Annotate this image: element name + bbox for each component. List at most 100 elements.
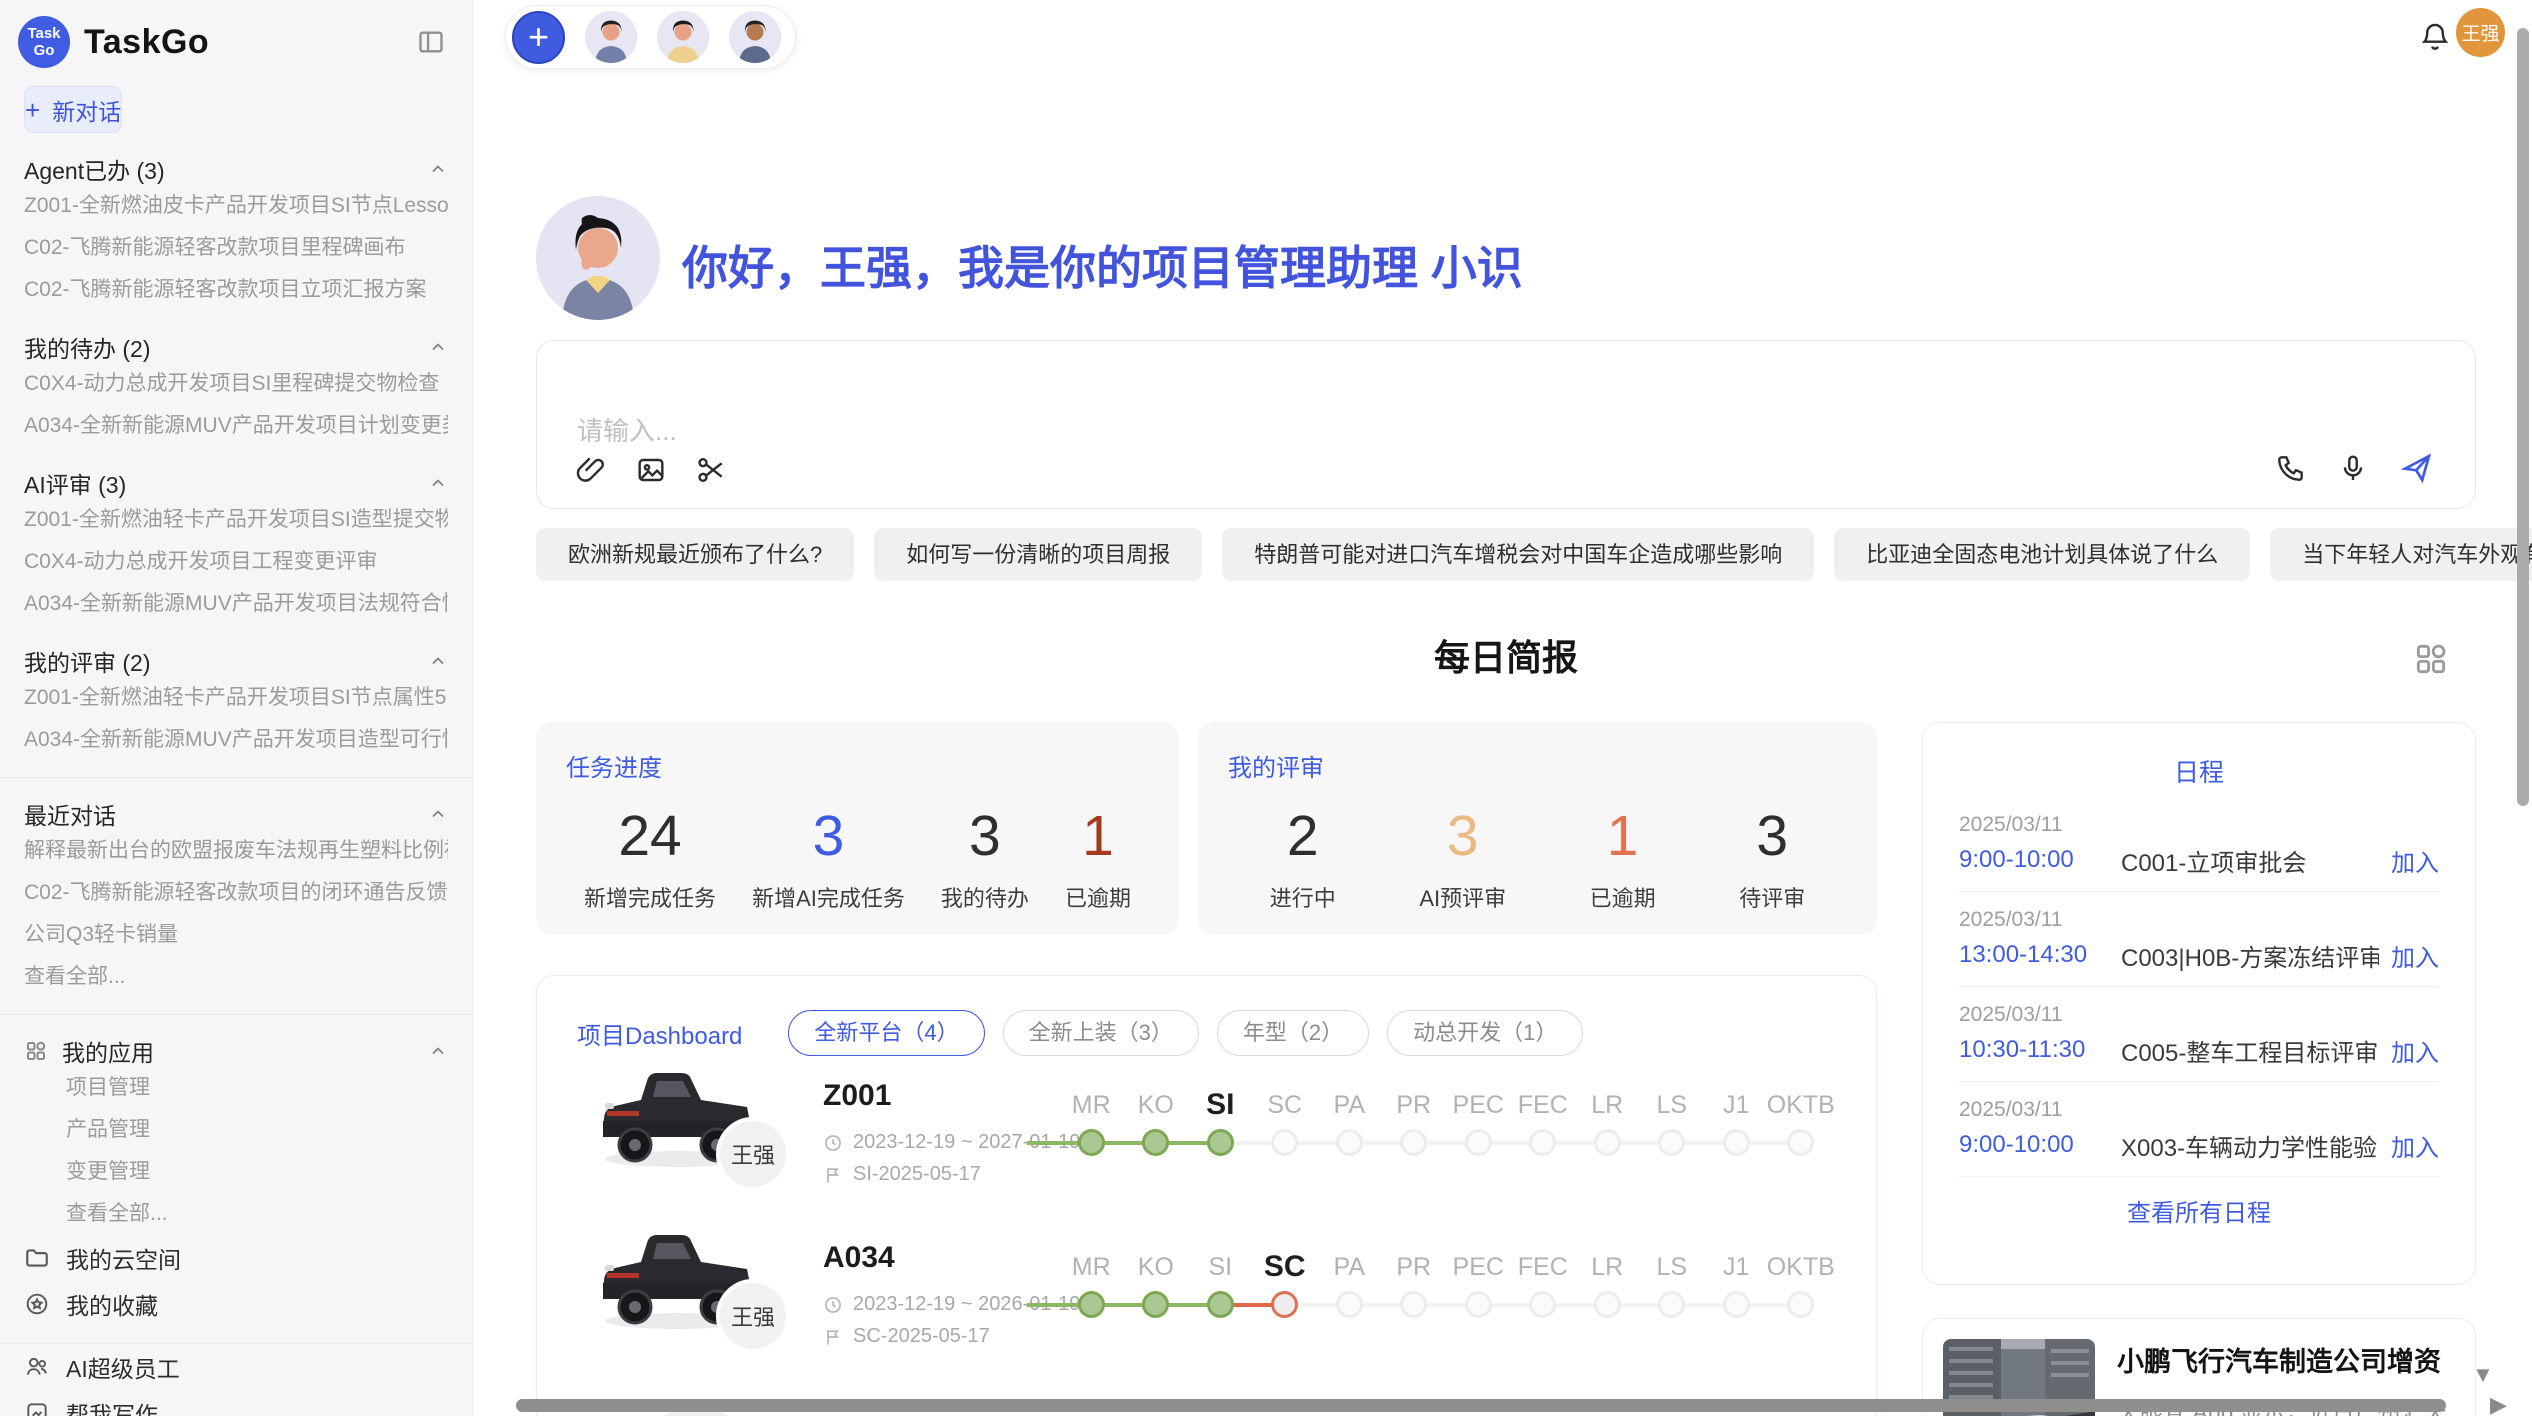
milestone-label: MR <box>1072 1087 1111 1123</box>
scissors-icon[interactable] <box>695 454 727 486</box>
join-meeting-link[interactable]: 加入 <box>2391 843 2439 878</box>
app-item[interactable]: 查看全部... <box>24 1193 448 1235</box>
stat: 3 我的待办 <box>941 805 1029 913</box>
join-meeting-link[interactable]: 加入 <box>2391 1128 2439 1163</box>
project-dashboard-card: 项目Dashboard 全新平台（4）全新上装（3）年型（2）动总开发（1） <box>536 975 1877 1416</box>
suggestion-chip[interactable]: 特朗普可能对进口汽车增税会对中国车企造成哪些影响 <box>1222 528 1814 581</box>
milestone: KO <box>1124 1249 1189 1318</box>
logo-line2: Go <box>34 42 55 59</box>
attachment-icon[interactable] <box>575 454 607 486</box>
user-avatar[interactable]: 王强 <box>2456 8 2505 57</box>
sidebar-task-item[interactable]: A034-全新新能源MUV产品开发项目法规符合性评审 <box>24 583 448 625</box>
sidebar-task-item[interactable]: A034-全新新能源MUV产品开发项目计划变更类编写 <box>24 405 448 447</box>
send-icon[interactable] <box>2399 450 2435 486</box>
project-code: Z001 <box>823 1079 891 1113</box>
notification-bell-icon[interactable] <box>2418 20 2452 54</box>
scroll-right-arrow-icon[interactable]: ▶ <box>2490 1392 2507 1416</box>
join-meeting-link[interactable]: 加入 <box>2391 1033 2439 1068</box>
my-apps-header[interactable]: 我的应用 <box>24 1035 448 1067</box>
dashboard-tab[interactable]: 全新上装（3） <box>1003 1010 1199 1056</box>
sidebar-collapse-icon[interactable] <box>416 28 446 56</box>
stat: 2 进行中 <box>1270 805 1336 913</box>
suggestion-chip[interactable]: 如何写一份清晰的项目周报 <box>874 528 1202 581</box>
image-upload-icon[interactable] <box>635 454 667 486</box>
sidebar-task-item[interactable]: C0X4-动力总成开发项目SI里程碑提交物检查 <box>24 363 448 405</box>
horizontal-scrollbar[interactable] <box>516 1399 2446 1412</box>
app-item[interactable]: 变更管理 <box>24 1151 448 1193</box>
app-item[interactable]: 项目管理 <box>24 1067 448 1109</box>
sidebar-task-item[interactable]: Z001-全新燃油轻卡产品开发项目SI节点属性5D文件评审 <box>24 677 448 719</box>
composer-input[interactable]: 请输入... <box>577 411 677 448</box>
dashboard-tab[interactable]: 全新平台（4） <box>788 1010 984 1056</box>
layout-grid-icon[interactable] <box>2412 640 2450 678</box>
milestone-node <box>1787 1291 1814 1318</box>
recent-chat-item[interactable]: C02-飞腾新能源轻客改款项目的闭环通告反馈情况 <box>24 872 448 914</box>
project-row[interactable]: 王强 Z001 2023-12-19 ~ 2027-01-19 SI-2025-… <box>537 1051 1876 1213</box>
milestone: PR <box>1382 1087 1447 1156</box>
milestone: OKTB <box>1769 1249 1834 1318</box>
milestone-label: OKTB <box>1767 1087 1835 1123</box>
suggestion-chip[interactable]: 当下年轻人对汽车外观有怎样的喜好趋势 <box>2270 528 2532 581</box>
new-chat-button[interactable]: + 新对话 <box>24 86 122 133</box>
section-title: 我的待办 (2) <box>24 330 151 364</box>
section-header[interactable]: Agent已办 (3) <box>24 153 448 185</box>
milestone-node <box>1142 1129 1169 1156</box>
recent-chat-item[interactable]: 公司Q3轻卡销量 <box>24 914 448 956</box>
sidebar-item-write-helper[interactable]: 帮我写作 <box>24 1390 448 1416</box>
vertical-scrollbar[interactable] <box>2517 28 2529 806</box>
stat-value: 24 <box>584 805 716 867</box>
dashboard-tab[interactable]: 年型（2） <box>1217 1010 1369 1056</box>
app-title: TaskGo <box>84 23 209 62</box>
phone-call-icon[interactable] <box>2275 452 2307 484</box>
recent-chat-item[interactable]: 解释最新出台的欧盟报废车法规再生塑料比例被调至15%... <box>24 830 448 872</box>
suggestion-chip[interactable]: 比亚迪全固态电池计划具体说了什么 <box>1834 528 2250 581</box>
stat: 3 新增AI完成任务 <box>752 805 905 913</box>
assistant-avatar[interactable] <box>585 11 637 63</box>
project-row[interactable]: 王强 A034 2023-12-19 ~ 2026-01-19 SC-2025-… <box>537 1213 1876 1375</box>
scroll-down-arrow-icon[interactable]: ▼ <box>2472 1362 2494 1388</box>
sidebar-task-item[interactable]: A034-全新新能源MUV产品开发项目造型可行性评审 <box>24 719 448 761</box>
sidebar-item-cloud-space[interactable]: 我的云空间 <box>24 1235 448 1281</box>
sidebar-task-item[interactable]: C0X4-动力总成开发项目工程变更评审 <box>24 541 448 583</box>
stat: 1 已逾期 <box>1065 805 1131 913</box>
view-all-schedule-link[interactable]: 查看所有日程 <box>1959 1193 2439 1228</box>
sidebar-task-item[interactable]: Z001-全新燃油皮卡产品开发项目SI节点Lesson Learn报告 <box>24 185 448 227</box>
section-items: C0X4-动力总成开发项目SI里程碑提交物检查A034-全新新能源MUV产品开发… <box>24 363 448 447</box>
milestone-label: PEC <box>1453 1249 1504 1285</box>
chevron-up-icon <box>428 1041 448 1061</box>
section-header[interactable]: 我的评审 (2) <box>24 645 448 677</box>
milestone-node <box>1336 1291 1363 1318</box>
assistant-avatars <box>585 11 781 63</box>
assistant-illustration <box>536 196 660 320</box>
milestone-label: PA <box>1334 1249 1366 1285</box>
section-header[interactable]: AI评审 (3) <box>24 467 448 499</box>
section-header[interactable]: 我的待办 (2) <box>24 331 448 363</box>
milestone: SI <box>1188 1249 1253 1318</box>
sidebar-section: AI评审 (3) Z001-全新燃油轻卡产品开发项目SI造型提交物评审C0X4-… <box>24 467 448 625</box>
dashboard-tab[interactable]: 动总开发（1） <box>1387 1010 1583 1056</box>
suggestion-chip[interactable]: 欧洲新规最近颁布了什么? <box>536 528 854 581</box>
recent-chats-header[interactable]: 最近对话 <box>24 798 448 830</box>
milestone: SC <box>1253 1087 1318 1156</box>
sidebar-task-item[interactable]: C02-飞腾新能源轻客改款项目里程碑画布 <box>24 227 448 269</box>
milestone: PA <box>1317 1249 1382 1318</box>
sidebar-task-item[interactable]: C02-飞腾新能源轻客改款项目立项汇报方案 <box>24 269 448 311</box>
add-assistant-button[interactable]: + <box>512 11 565 64</box>
milestone: LR <box>1575 1087 1640 1156</box>
microphone-icon[interactable] <box>2337 452 2369 484</box>
assistant-avatar[interactable] <box>729 11 781 63</box>
milestone-label: PEC <box>1453 1087 1504 1123</box>
assistant-avatar[interactable] <box>657 11 709 63</box>
join-meeting-link[interactable]: 加入 <box>2391 938 2439 973</box>
app-item[interactable]: 产品管理 <box>24 1109 448 1151</box>
milestone: J1 <box>1704 1249 1769 1318</box>
sidebar-task-item[interactable]: Z001-全新燃油轻卡产品开发项目SI造型提交物评审 <box>24 499 448 541</box>
milestone-timeline: MR KO SI <box>1059 1087 1833 1156</box>
sidebar-item-ai-employee[interactable]: AI超级员工 <box>24 1344 448 1390</box>
recent-chat-item[interactable]: 查看全部... <box>24 956 448 998</box>
milestone: FEC <box>1511 1249 1576 1318</box>
schedule-item: 2025/03/11 13:00-14:30 C003|H0B-方案冻结评审 加… <box>1959 908 2439 987</box>
milestone-node <box>1078 1129 1105 1156</box>
sidebar-item-favorites[interactable]: 我的收藏 <box>24 1281 448 1327</box>
apps-grid-icon <box>24 1039 48 1063</box>
